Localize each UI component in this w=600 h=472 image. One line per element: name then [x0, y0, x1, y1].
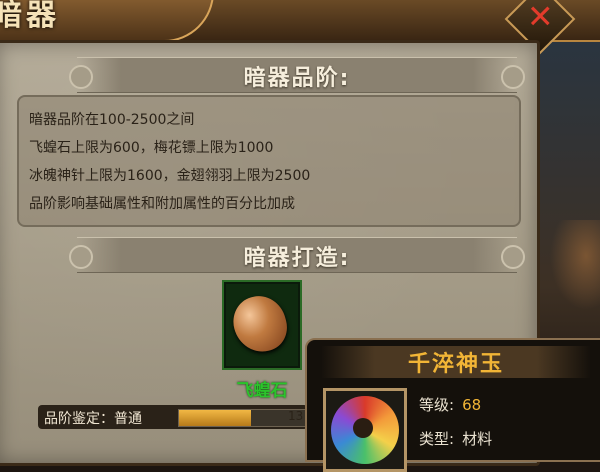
- tooltip-type-value: 材料: [462, 430, 493, 448]
- jade-ring-icon: [323, 388, 407, 472]
- tooltip-level-label: 等级:: [419, 396, 455, 414]
- forge-section-title: 暗器打造:: [243, 246, 351, 271]
- grade-section-banner: 暗器品阶:: [69, 57, 525, 93]
- grade-info-box: 暗器品阶在100-2500之间 飞蝗石上限为600，梅花镖上限为1000 冰魄神…: [17, 95, 521, 227]
- appraise-value: 普通: [114, 411, 142, 427]
- item-tooltip: 千淬神玉 等级: 68 类型: 材料: [305, 338, 600, 472]
- grade-info-line: 冰魄神针上限为1600，金翅翎羽上限为2500: [29, 168, 311, 184]
- tooltip-type-row: 类型: 材料: [419, 428, 492, 449]
- grade-info-line: 品阶影响基础属性和附加属性的百分比加成: [29, 196, 295, 212]
- forge-section-banner: 暗器打造:: [69, 237, 525, 273]
- appraise-progress-fill: [179, 410, 251, 426]
- appraise-progress-number: 13: [288, 409, 304, 423]
- tooltip-title-bar: 千淬神玉: [321, 346, 591, 378]
- grade-info-line: 暗器品阶在100-2500之间: [29, 112, 195, 128]
- close-x-icon: ✕: [526, 0, 554, 36]
- tooltip-level-value: 68: [462, 396, 482, 414]
- title-plate: 暗器: [0, 0, 214, 42]
- ring-hole: [353, 418, 373, 438]
- grade-info-line: 飞蝗石上限为600，梅花镖上限为1000: [29, 140, 274, 156]
- stone-gem-icon: [227, 290, 293, 358]
- appraise-label: 品阶鉴定：普通: [44, 411, 142, 427]
- tooltip-type-label: 类型:: [419, 430, 455, 448]
- forge-item-name: 飞蝗石: [236, 381, 288, 401]
- tooltip-title: 千淬神玉: [407, 352, 504, 377]
- appraise-bar: 品阶鉴定：普通: [38, 405, 310, 429]
- window-title: 暗器: [0, 0, 60, 33]
- tooltip-level-row: 等级: 68: [419, 394, 481, 415]
- grade-section-title: 暗器品阶:: [243, 66, 351, 91]
- forge-item-slot[interactable]: [222, 280, 302, 370]
